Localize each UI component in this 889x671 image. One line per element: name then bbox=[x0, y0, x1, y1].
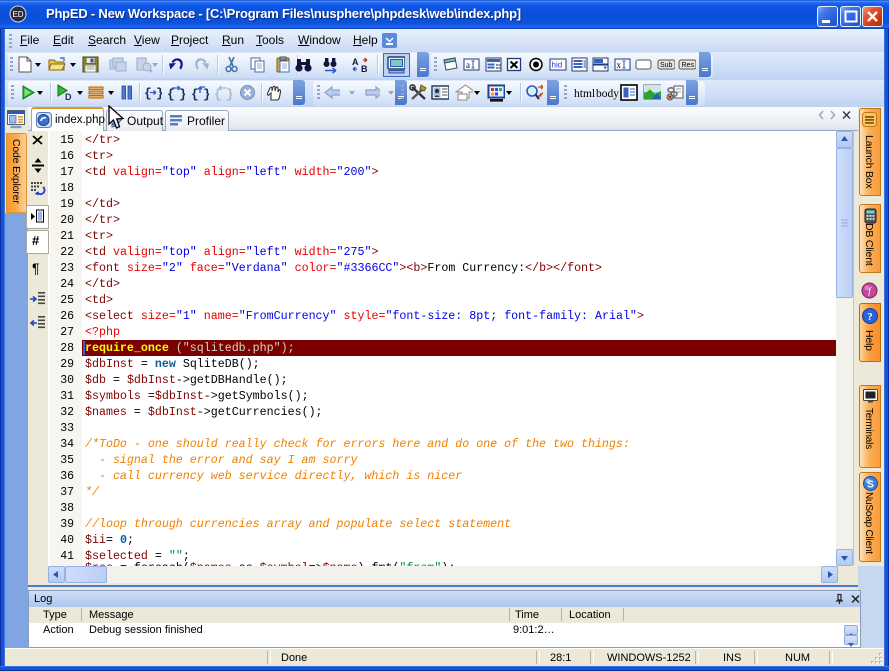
svg-text:{: { bbox=[191, 87, 199, 102]
svg-text:}: } bbox=[226, 87, 232, 102]
svg-text:?: ? bbox=[867, 311, 873, 323]
svg-text:S: S bbox=[867, 480, 874, 491]
svg-text:}: } bbox=[179, 87, 185, 102]
svg-text:ED: ED bbox=[12, 10, 23, 19]
svg-text:}: } bbox=[203, 87, 209, 102]
svg-text:hid: hid bbox=[552, 61, 563, 70]
svg-text:A: A bbox=[352, 57, 359, 67]
svg-text:{: { bbox=[144, 86, 152, 101]
svg-text:x: x bbox=[617, 60, 622, 70]
svg-text:a: a bbox=[466, 60, 470, 70]
svg-text:B: B bbox=[361, 64, 368, 74]
svg-text:Res: Res bbox=[682, 62, 695, 69]
svg-text:}: } bbox=[156, 86, 162, 101]
svg-text:Sub: Sub bbox=[660, 62, 673, 69]
svg-text:{: { bbox=[167, 87, 175, 102]
svg-text:D: D bbox=[65, 92, 72, 102]
